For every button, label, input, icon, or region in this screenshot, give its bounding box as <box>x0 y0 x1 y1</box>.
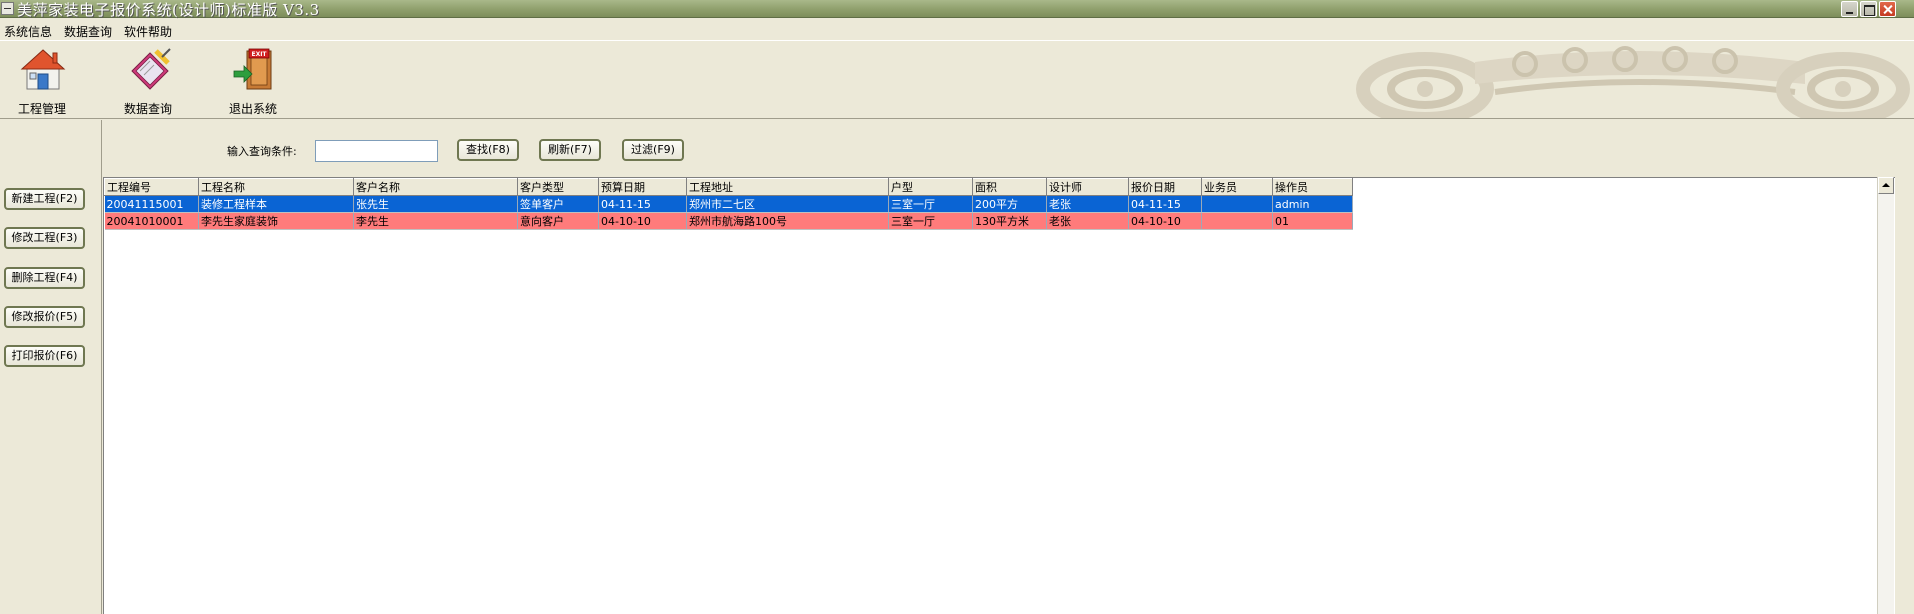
maximize-button[interactable] <box>1860 1 1877 17</box>
column-header[interactable]: 报价日期 <box>1128 178 1202 196</box>
column-header[interactable]: 工程地址 <box>686 178 889 196</box>
svg-text:EXIT: EXIT <box>251 51 267 58</box>
menu-data-query[interactable]: 数据查询 <box>64 23 112 40</box>
column-header[interactable]: 设计师 <box>1046 178 1129 196</box>
find-button[interactable]: 查找(F8) <box>457 139 519 161</box>
ornament-decoration <box>1356 46 1910 118</box>
column-header[interactable]: 户型 <box>888 178 973 196</box>
table-cell: 04-11-15 <box>1128 195 1202 213</box>
table-cell: admin <box>1272 195 1353 213</box>
table-cell: 20041115001 <box>104 195 199 213</box>
print-quote-button[interactable]: 打印报价(F6) <box>4 345 85 367</box>
table-cell: 老张 <box>1046 212 1129 230</box>
search-input[interactable] <box>315 140 438 162</box>
project-table: 工程编号 工程名称 客户名称 客户类型 预算日期 工程地址 户型 面积 设计师 … <box>104 178 1353 230</box>
edit-quote-button[interactable]: 修改报价(F5) <box>4 306 85 328</box>
table-cell <box>1201 195 1273 213</box>
data-query-button[interactable]: 数据查询 <box>108 41 188 117</box>
window-title: 美萍家装电子报价系统(设计师)标准版 V3.3 <box>17 1 320 19</box>
vertical-scrollbar[interactable] <box>1877 177 1894 614</box>
column-header[interactable]: 工程名称 <box>198 178 354 196</box>
search-icon <box>131 48 171 90</box>
table-cell: 李先生 <box>353 212 518 230</box>
table-cell: 三室一厅 <box>888 195 973 213</box>
menu-bar: 系统信息 数据查询 软件帮助 <box>0 19 1914 39</box>
table-cell: 04-11-15 <box>598 195 687 213</box>
exit-icon: EXIT <box>233 48 272 90</box>
column-header[interactable]: 业务员 <box>1201 178 1273 196</box>
table-cell: 意向客户 <box>517 212 599 230</box>
refresh-button[interactable]: 刷新(F7) <box>539 139 601 161</box>
table-cell: 装修工程样本 <box>198 195 354 213</box>
left-panel: 新建工程(F2) 修改工程(F3) 删除工程(F4) 修改报价(F5) 打印报价… <box>0 120 102 614</box>
delete-project-button[interactable]: 删除工程(F4) <box>4 267 85 289</box>
table-header-row: 工程编号 工程名称 客户名称 客户类型 预算日期 工程地址 户型 面积 设计师 … <box>104 178 1353 196</box>
project-management-button[interactable]: 工程管理 <box>2 41 82 117</box>
house-icon <box>20 49 66 90</box>
table-cell: 130平方米 <box>972 212 1047 230</box>
table-cell: 01 <box>1272 212 1353 230</box>
scroll-up-arrow-icon[interactable] <box>1878 177 1894 194</box>
table-cell: 200平方 <box>972 195 1047 213</box>
minimize-button[interactable] <box>1841 1 1858 17</box>
title-bar[interactable]: 美萍家装电子报价系统(设计师)标准版 V3.3 <box>0 0 1914 19</box>
table-cell: 郑州市航海路100号 <box>686 212 889 230</box>
new-project-button[interactable]: 新建工程(F2) <box>4 188 85 210</box>
project-grid[interactable]: 工程编号 工程名称 客户名称 客户类型 预算日期 工程地址 户型 面积 设计师 … <box>103 177 1895 614</box>
table-cell: 签单客户 <box>517 195 599 213</box>
table-row[interactable]: 20041115001 装修工程样本 张先生 签单客户 04-11-15 郑州市… <box>104 195 1353 213</box>
search-label: 输入查询条件: <box>227 145 297 158</box>
app-menu-icon[interactable] <box>1 2 14 15</box>
close-button[interactable] <box>1879 1 1896 17</box>
table-cell: 郑州市二七区 <box>686 195 889 213</box>
search-area: 输入查询条件: 查找(F8) 刷新(F7) 过滤(F9) <box>103 120 1914 177</box>
column-header[interactable]: 客户名称 <box>353 178 518 196</box>
column-header[interactable]: 操作员 <box>1272 178 1353 196</box>
table-cell: 04-10-10 <box>1128 212 1202 230</box>
column-header[interactable]: 预算日期 <box>598 178 687 196</box>
filter-button[interactable]: 过滤(F9) <box>622 139 684 161</box>
exit-system-label: 退出系统 <box>228 102 277 116</box>
table-cell: 张先生 <box>353 195 518 213</box>
data-query-label: 数据查询 <box>123 102 172 116</box>
column-header[interactable]: 面积 <box>972 178 1047 196</box>
toolbar: 工程管理 数据查询 EXIT 退出系统 <box>0 40 1914 119</box>
menu-software-help[interactable]: 软件帮助 <box>124 23 172 40</box>
menu-system-info[interactable]: 系统信息 <box>4 23 52 40</box>
table-cell: 李先生家庭装饰 <box>198 212 354 230</box>
project-management-label: 工程管理 <box>17 102 66 116</box>
exit-system-button[interactable]: EXIT 退出系统 <box>213 41 293 117</box>
column-header[interactable]: 客户类型 <box>517 178 599 196</box>
table-cell: 三室一厅 <box>888 212 973 230</box>
table-cell: 04-10-10 <box>598 212 687 230</box>
table-cell: 20041010001 <box>104 212 199 230</box>
table-row[interactable]: 20041010001 李先生家庭装饰 李先生 意向客户 04-10-10 郑州… <box>104 212 1353 230</box>
table-cell <box>1201 212 1273 230</box>
edit-project-button[interactable]: 修改工程(F3) <box>4 227 85 249</box>
table-cell: 老张 <box>1046 195 1129 213</box>
column-header[interactable]: 工程编号 <box>104 178 199 196</box>
